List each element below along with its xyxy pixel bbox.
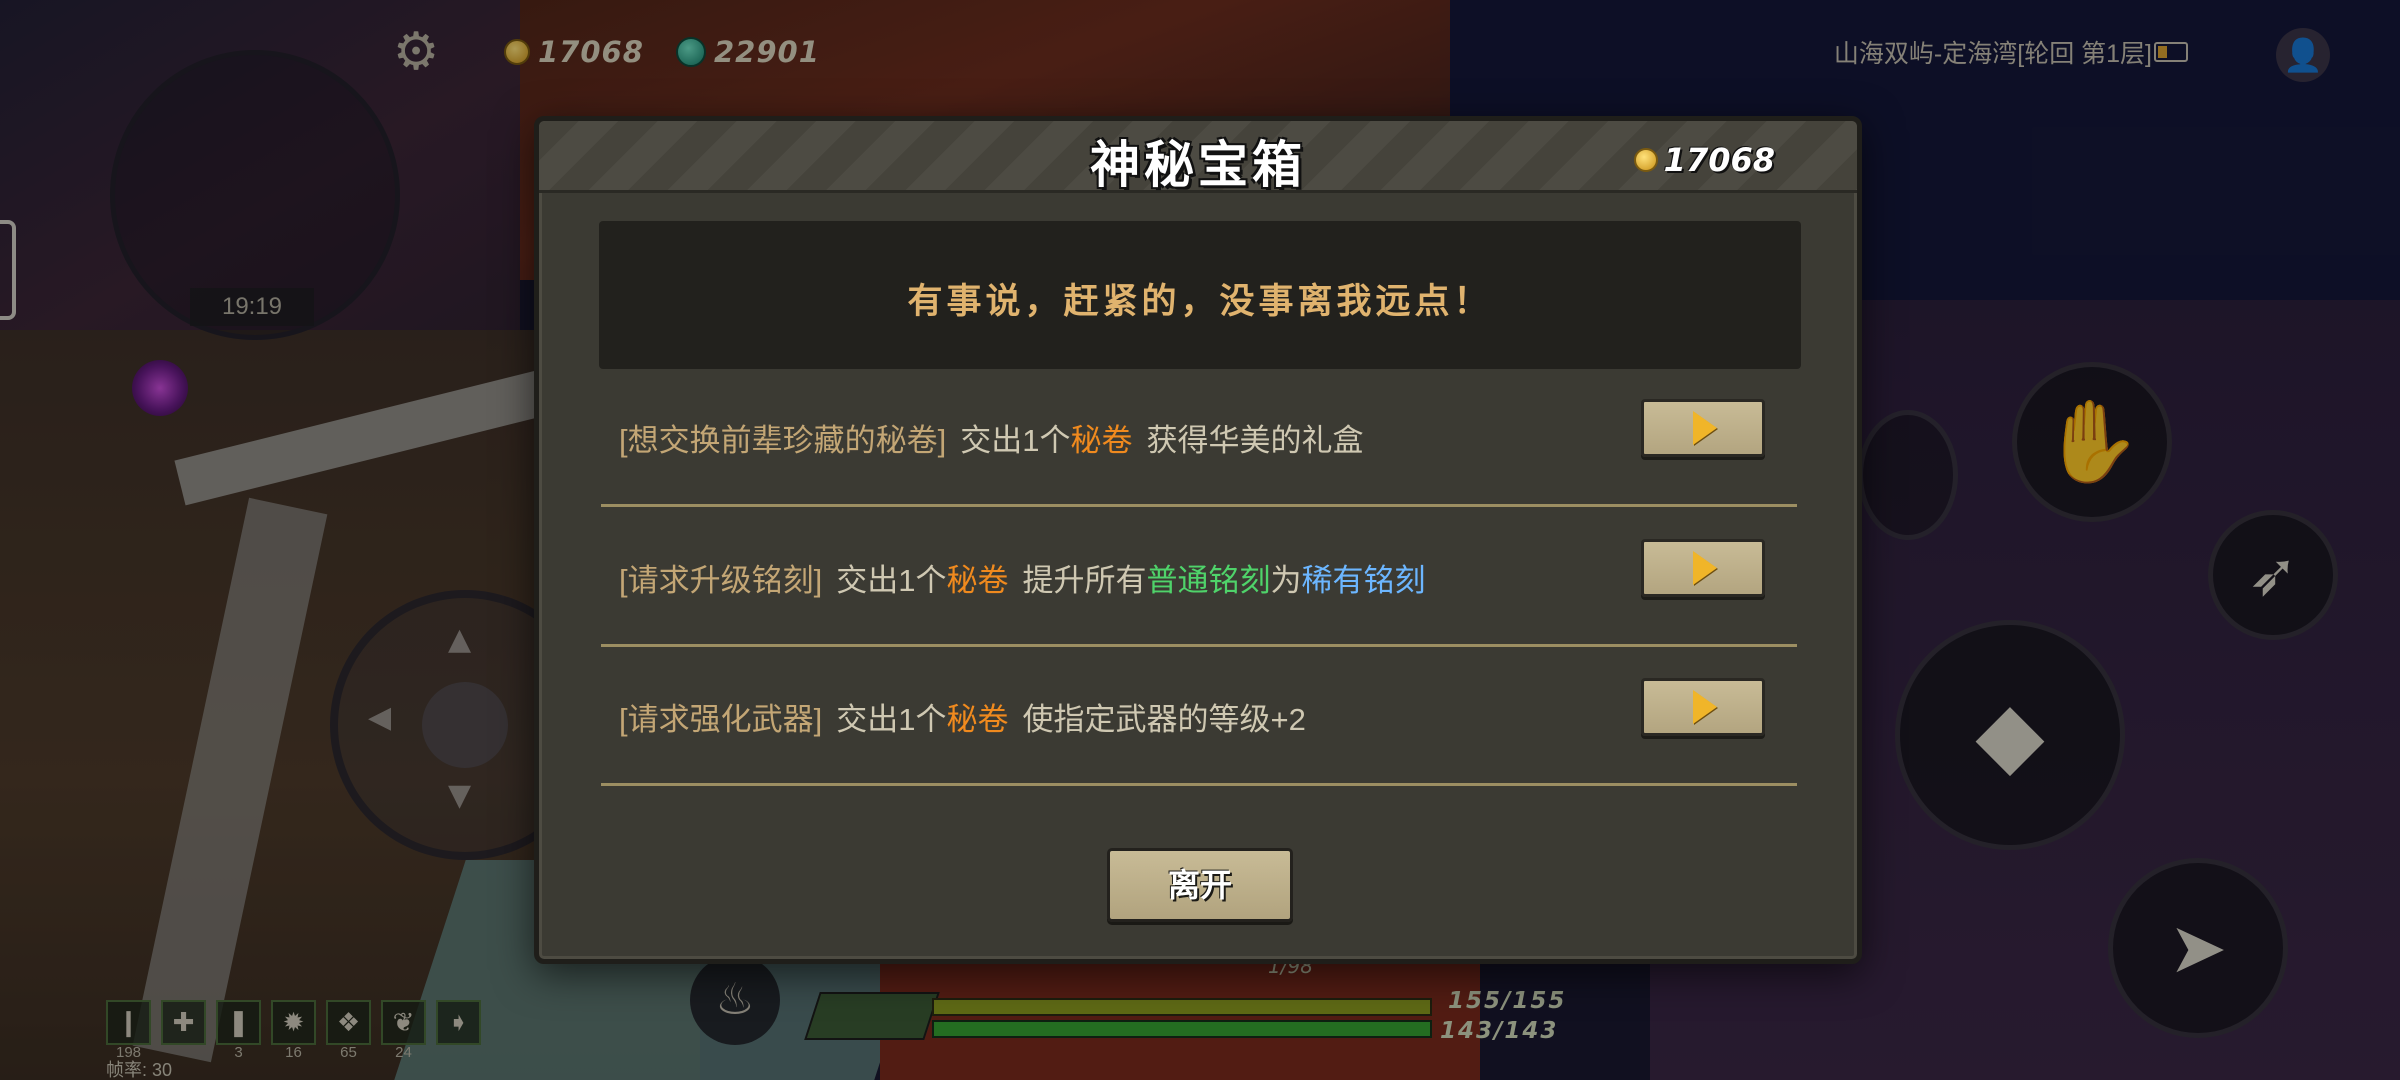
option-cost-prefix: 交出1个 <box>836 563 947 598</box>
option-exchange-scroll[interactable]: [想交换前辈珍藏的秘卷] 交出1个秘卷 获得华美的礼盒 <box>601 369 1797 507</box>
play-arrow-icon <box>1693 690 1717 724</box>
play-arrow-icon <box>1693 411 1717 445</box>
option-result: 提升所有 <box>1022 563 1147 598</box>
option-cost-prefix: 交出1个 <box>960 423 1071 458</box>
leave-button[interactable]: 离开 <box>1107 848 1293 922</box>
option-item: 秘卷 <box>1070 423 1133 458</box>
option-cost-prefix: 交出1个 <box>836 702 947 737</box>
option-item: 秘卷 <box>946 702 1009 737</box>
confirm-option-button[interactable] <box>1641 399 1765 457</box>
option-text: [请求升级铭刻] 交出1个秘卷 提升所有普通铭刻为稀有铭刻 <box>619 555 1425 600</box>
option-enhance-weapon[interactable]: [请求强化武器] 交出1个秘卷 使指定武器的等级+2 <box>601 648 1797 786</box>
npc-speech-box: 有事说，赶紧的，没事离我远点！ <box>599 221 1801 369</box>
option-title: [请求强化武器] <box>619 702 823 737</box>
option-title: [想交换前辈珍藏的秘卷] <box>619 423 947 458</box>
npc-line: 有事说，赶紧的，没事离我远点！ <box>907 282 1493 322</box>
common-inscription-label: 普通铭刻 <box>1146 563 1271 598</box>
option-text: [请求强化武器] 交出1个秘卷 使指定武器的等级+2 <box>619 694 1306 739</box>
confirm-option-button[interactable] <box>1641 539 1765 597</box>
dialog-gold-counter: 17068 <box>1633 141 1775 179</box>
coin-icon <box>1633 148 1658 172</box>
option-result: 获得华美的礼盒 <box>1146 423 1364 458</box>
option-upgrade-inscription[interactable]: [请求升级铭刻] 交出1个秘卷 提升所有普通铭刻为稀有铭刻 <box>601 509 1797 647</box>
option-title: [请求升级铭刻] <box>619 563 823 598</box>
rare-inscription-label: 稀有铭刻 <box>1301 563 1426 598</box>
dialog-gold-amount: 17068 <box>1663 141 1775 179</box>
mystery-chest-dialog: 神秘宝箱 17068 有事说，赶紧的，没事离我远点！ [想交换前辈珍藏的秘卷] 交… <box>534 116 1862 964</box>
option-text: [想交换前辈珍藏的秘卷] 交出1个秘卷 获得华美的礼盒 <box>619 415 1363 460</box>
option-result: 使指定武器的等级+2 <box>1022 702 1306 737</box>
option-result-mid: 为 <box>1270 563 1302 598</box>
play-arrow-icon <box>1693 551 1717 585</box>
option-item: 秘卷 <box>946 563 1009 598</box>
confirm-option-button[interactable] <box>1641 678 1765 736</box>
